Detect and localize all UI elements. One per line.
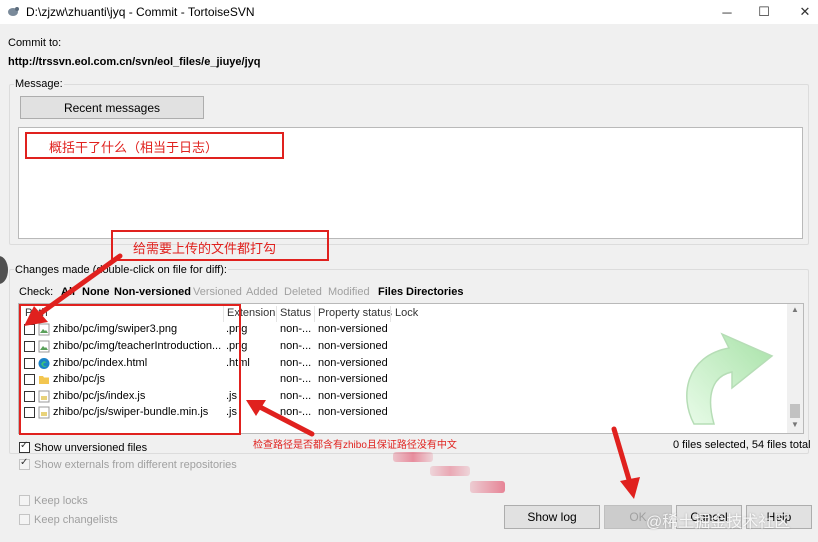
file-status: non-... bbox=[280, 340, 312, 352]
show-log-button[interactable]: Show log bbox=[504, 505, 600, 529]
file-property-status: non-versioned bbox=[318, 340, 388, 352]
message-label: Message: bbox=[14, 78, 64, 90]
red-arrow-icon bbox=[611, 426, 640, 499]
checkbox-box[interactable] bbox=[19, 495, 30, 506]
close-button[interactable]: ✕ bbox=[782, 0, 818, 24]
keep-locks-checkbox[interactable]: Keep locks bbox=[19, 495, 88, 507]
show-unversioned-label: Show unversioned files bbox=[34, 442, 148, 454]
column-divider bbox=[276, 306, 277, 322]
keep-locks-label: Keep locks bbox=[34, 495, 88, 507]
green-commit-arrow-icon bbox=[686, 332, 774, 425]
maximize-button[interactable]: ☐ bbox=[741, 0, 787, 24]
scroll-down-icon[interactable]: ▼ bbox=[787, 420, 803, 432]
file-property-status: non-versioned bbox=[318, 406, 388, 418]
show-externals-checkbox[interactable]: Show externals from different repositori… bbox=[19, 457, 237, 471]
keep-changelists-label: Keep changelists bbox=[34, 514, 118, 526]
checkbox-box[interactable] bbox=[19, 440, 30, 453]
filter-files[interactable]: Files bbox=[378, 286, 403, 298]
commit-to-label: Commit to: bbox=[8, 37, 62, 49]
filter-directories[interactable]: Directories bbox=[406, 286, 463, 298]
show-unversioned-checkbox[interactable]: Show unversioned files bbox=[19, 440, 148, 454]
blurred-region bbox=[470, 481, 505, 493]
check-annotation-text: 给需要上传的文件都打勾 bbox=[133, 241, 277, 256]
column-divider bbox=[390, 306, 391, 322]
column-header-lock[interactable]: Lock bbox=[395, 307, 418, 319]
blurred-region bbox=[393, 452, 433, 462]
checkbox-box[interactable] bbox=[19, 514, 30, 525]
blurred-region bbox=[430, 466, 470, 476]
file-status: non-... bbox=[280, 357, 312, 369]
recent-messages-button[interactable]: Recent messages bbox=[20, 96, 204, 119]
filter-modified[interactable]: Modified bbox=[328, 286, 370, 298]
file-property-status: non-versioned bbox=[318, 390, 388, 402]
keep-changelists-checkbox[interactable]: Keep changelists bbox=[19, 514, 118, 526]
message-annotation-text: 概括干了什么（相当于日志） bbox=[49, 140, 219, 155]
path-annotation-text: 检查路径是否都含有zhibo且保证路径没有中文 bbox=[253, 440, 457, 451]
file-property-status: non-versioned bbox=[318, 357, 388, 369]
repository-url: http://trssvn.eol.com.cn/svn/eol_files/e… bbox=[8, 56, 261, 68]
scroll-thumb[interactable] bbox=[790, 404, 800, 418]
list-scrollbar[interactable]: ▲ ▼ bbox=[787, 304, 803, 433]
filter-added[interactable]: Added bbox=[246, 286, 278, 298]
file-status: non-... bbox=[280, 373, 312, 385]
filter-deleted[interactable]: Deleted bbox=[284, 286, 322, 298]
selection-summary: 0 files selected, 54 files total bbox=[673, 439, 811, 451]
file-property-status: non-versioned bbox=[318, 373, 388, 385]
path-column-annotation-box bbox=[19, 304, 241, 435]
side-handle bbox=[0, 256, 8, 284]
checkbox-box[interactable] bbox=[19, 457, 30, 470]
scroll-up-icon[interactable]: ▲ bbox=[787, 305, 803, 317]
show-externals-label: Show externals from different repositori… bbox=[34, 459, 237, 471]
window-title: D:\zjzw\zhuanti\jyq - Commit - TortoiseS… bbox=[26, 5, 255, 19]
tortoise-svn-icon bbox=[8, 7, 19, 16]
file-status: non-... bbox=[280, 323, 312, 335]
file-property-status: non-versioned bbox=[318, 323, 388, 335]
filter-versioned[interactable]: Versioned bbox=[193, 286, 242, 298]
title-bar: D:\zjzw\zhuanti\jyq - Commit - TortoiseS… bbox=[0, 0, 818, 24]
column-header-property-status[interactable]: Property status bbox=[318, 307, 392, 319]
column-divider bbox=[314, 306, 315, 322]
column-header-status[interactable]: Status bbox=[280, 307, 311, 319]
watermark: @稀土掘金技术社区 bbox=[646, 514, 791, 531]
